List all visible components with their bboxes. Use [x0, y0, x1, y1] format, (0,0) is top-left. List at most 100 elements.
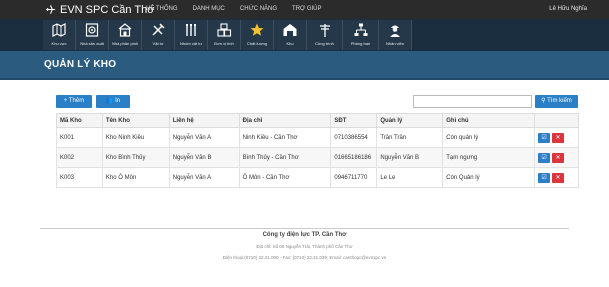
toolbar-label: Vật tư: [152, 41, 164, 46]
toolbar-label: Đơn vị tính: [214, 41, 234, 46]
boxes-icon: [217, 23, 232, 37]
print-label: In: [115, 98, 121, 104]
page-header: QUẢN LÝ KHO: [0, 51, 609, 80]
warehouse-table: Mã Kho Tên Kho Liên hệ Địa chỉ SĐT Quản …: [56, 113, 579, 188]
cell-actions: ☑ ✕: [534, 167, 579, 188]
col-actions: [534, 113, 579, 128]
toolbar-don-vi-tinh[interactable]: Đơn vị tính: [208, 20, 241, 50]
warehouse-icon: [283, 24, 297, 36]
toolbar-khu-vuc[interactable]: Khu vực: [43, 20, 76, 50]
toolbar-label: Nhà phân phối: [111, 41, 139, 46]
app-title: EVN SPC Cần Thơ: [60, 3, 155, 16]
plane-logo-icon: [45, 5, 56, 14]
table-row: K001 Kho Ninh Kiều Nguyễn Văn A Ninh Kiề…: [56, 127, 579, 148]
top-menu: HỆ THỐNG DANH MỤC CHỨC NĂNG TRỢ GIÚP: [146, 0, 337, 19]
cell-ten-kho: Kho Ô Môn: [101, 167, 170, 188]
table-row: K002 Kho Bình Thủy Nguyễn Văn B Bình Thủ…: [56, 147, 579, 168]
cell-ghi-chu: Còn Quản lý: [442, 167, 536, 188]
map-icon: [52, 23, 66, 37]
col-ten-kho[interactable]: Tên Kho: [101, 113, 170, 128]
footer-company: Công ty điện lực TP. Cần Thơ: [262, 232, 347, 238]
cell-actions: ☑ ✕: [534, 127, 579, 148]
toolbar-label: Chất lượng: [246, 41, 268, 46]
factory-icon: [85, 23, 99, 37]
col-ghi-chu[interactable]: Ghi chú: [442, 113, 536, 128]
toolbar-nhan-vien[interactable]: Nhân viên: [379, 20, 412, 50]
print-users-icon: 👥: [105, 98, 114, 104]
worker-icon: [390, 25, 400, 37]
col-sdt[interactable]: SĐT: [330, 113, 378, 128]
cell-ten-kho: Kho Ninh Kiều: [101, 127, 170, 148]
user-name[interactable]: Lê Hữu Nghĩa: [549, 0, 587, 19]
tool-group-icon: [186, 24, 196, 36]
page-footer: Công ty điện lực TP. Cần Thơ Địa chỉ: Số…: [40, 228, 569, 260]
toolbar-label: Nhóm vật tư: [179, 41, 203, 46]
col-lien-he[interactable]: Liên hệ: [168, 113, 240, 128]
search-icon: ⚲: [541, 98, 546, 104]
search-input[interactable]: [413, 95, 532, 108]
edit-button[interactable]: ☑: [538, 132, 551, 143]
cell-sdt: 01665186186: [330, 147, 378, 168]
delete-button[interactable]: ✕: [552, 172, 565, 183]
edit-button[interactable]: ☑: [538, 172, 551, 183]
table-row: K003 Kho Ô Môn Nguyễn Văn A Ô Môn - Cần …: [56, 167, 579, 188]
cell-ma-kho: K001: [56, 127, 103, 148]
cell-actions: ☑ ✕: [534, 147, 579, 168]
toolbar-label: Công trình: [315, 41, 334, 46]
cell-ghi-chu: Còn quản lý: [442, 127, 536, 148]
store-icon: [118, 23, 132, 37]
menu-chuc-nang[interactable]: CHỨC NĂNG: [240, 0, 277, 19]
cell-ma-kho: K002: [56, 147, 103, 168]
cell-sdt: 0710386554: [330, 127, 378, 148]
toolbar-label: Nhà sản xuất: [80, 41, 104, 46]
star-icon: [250, 23, 264, 36]
edit-button[interactable]: ☑: [538, 152, 551, 163]
icon-toolbar: Khu vực Nhà sản xuất Nhà phân phối Vật t…: [0, 19, 609, 51]
toolbar-label: Phòng ban: [350, 41, 371, 46]
toolbar-vat-tu[interactable]: Vật tư: [142, 20, 175, 50]
cell-dia-chi: Ninh Kiều - Cần Thơ: [238, 127, 332, 148]
search-label: Tìm kiếm: [547, 98, 572, 104]
col-quan-ly[interactable]: Quản lý: [376, 113, 444, 128]
cell-lien-he: Nguyễn Văn A: [168, 127, 240, 148]
cell-dia-chi: Ô Môn - Cần Thơ: [238, 167, 332, 188]
cell-dia-chi: Bình Thủy - Cần Thơ: [238, 147, 332, 168]
delete-button[interactable]: ✕: [552, 152, 565, 163]
footer-contact: Điện thoại:(0710) 22.21.000 - Fax: (0710…: [222, 255, 387, 260]
toolbar-kho[interactable]: Kho: [274, 20, 307, 50]
search-button[interactable]: ⚲ Tìm kiếm: [535, 95, 578, 108]
toolbar-label: Khu vực: [51, 41, 67, 46]
cell-quan-ly: Trần Trần: [376, 127, 444, 148]
toolbar-nhom-vat-tu[interactable]: Nhóm vật tư: [175, 20, 208, 50]
toolbar-nha-san-xuat[interactable]: Nhà sản xuất: [76, 20, 109, 50]
toolbar-label: Kho: [286, 41, 294, 46]
toolbar-phong-ban[interactable]: Phòng ban: [343, 20, 379, 50]
menu-tro-giup[interactable]: TRỢ GIÚP: [292, 0, 321, 19]
print-button[interactable]: 👥 In: [96, 95, 130, 108]
tools-icon: [152, 23, 165, 36]
add-button[interactable]: + Thêm: [56, 95, 92, 108]
col-dia-chi[interactable]: Địa chỉ: [238, 113, 332, 128]
page-title: QUẢN LÝ KHO: [44, 59, 117, 70]
table-header-row: Mã Kho Tên Kho Liên hệ Địa chỉ SĐT Quản …: [56, 113, 579, 128]
cell-quan-ly: Nguyễn Văn B: [376, 147, 444, 168]
toolbar-nha-phan-phoi[interactable]: Nhà phân phối: [109, 20, 142, 50]
toolbar-cong-trinh[interactable]: Công trình: [307, 20, 343, 50]
cell-quan-ly: Le Le: [376, 167, 444, 188]
col-ma-kho[interactable]: Mã Kho: [56, 113, 103, 128]
menu-danh-muc[interactable]: DANH MỤC: [193, 0, 225, 19]
cell-ghi-chu: Tạm ngưng: [442, 147, 536, 168]
cell-ma-kho: K003: [56, 167, 103, 188]
footer-address: Địa chỉ: Số 06 Nguyễn Trãi, Thành phố Cầ…: [256, 244, 353, 249]
toolbar-chat-luong[interactable]: Chất lượng: [241, 20, 274, 50]
org-chart-icon: [354, 23, 367, 36]
power-pole-icon: [319, 24, 330, 37]
toolbar-label: Nhân viên: [385, 41, 404, 46]
delete-button[interactable]: ✕: [552, 132, 565, 143]
cell-lien-he: Nguyễn Văn A: [168, 167, 240, 188]
menu-he-thong[interactable]: HỆ THỐNG: [146, 0, 178, 19]
cell-sdt: 0946711770: [330, 167, 378, 188]
app-brand[interactable]: EVN SPC Cần Thơ: [45, 2, 154, 17]
cell-ten-kho: Kho Bình Thủy: [101, 147, 170, 168]
top-navbar: EVN SPC Cần Thơ HỆ THỐNG DANH MỤC CHỨC N…: [0, 0, 609, 19]
